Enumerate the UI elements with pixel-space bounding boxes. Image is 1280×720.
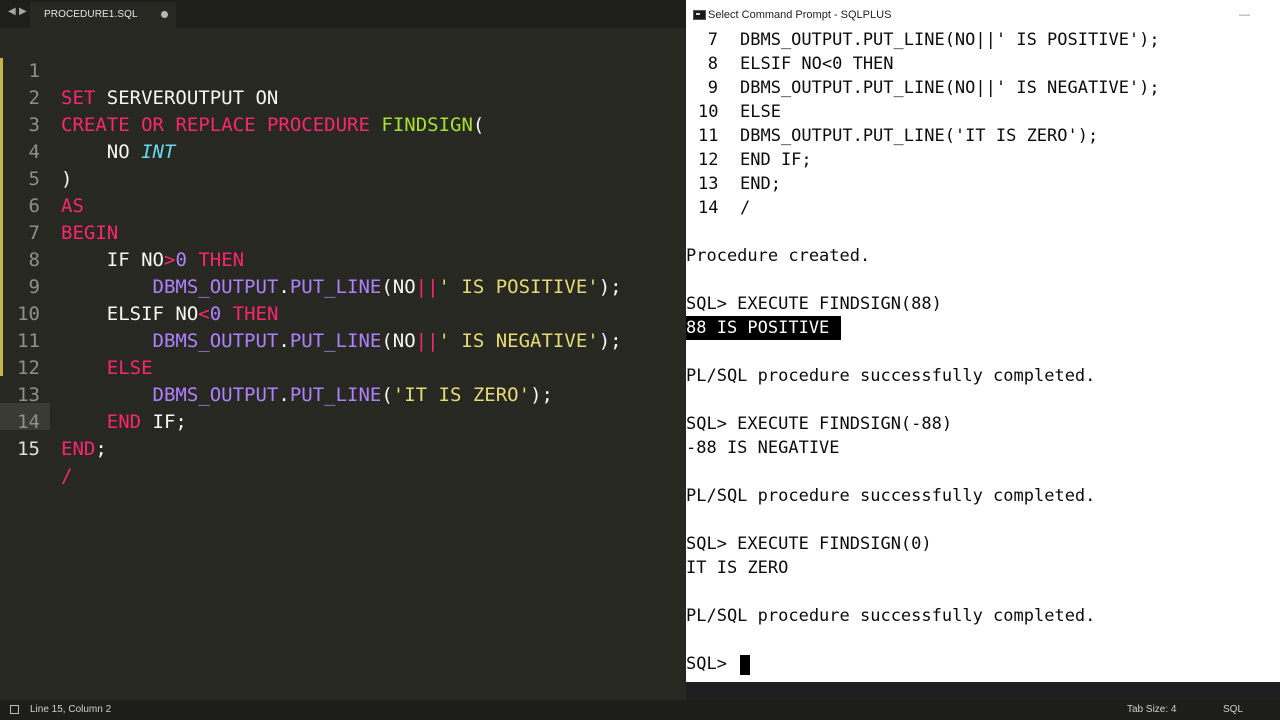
message-text: PL/SQL procedure successfully completed. [686, 486, 1096, 506]
command-prompt-window[interactable]: Select Command Prompt - SQLPLUS — 7 DBMS_… [686, 0, 1280, 682]
console-app-icon [693, 10, 706, 20]
listing-number: 14 [698, 198, 719, 218]
tab-procedure1-sql[interactable]: PROCEDURE1.SQL [30, 2, 176, 28]
text-cursor [740, 655, 750, 675]
code-line-5: 5 AS [0, 139, 686, 217]
listing-code: END; [740, 174, 781, 194]
listing-code: ELSE [740, 102, 781, 122]
tab-size-selector[interactable]: Tab Size: 4 [1127, 704, 1176, 715]
code-line-4: 4 ) [0, 112, 686, 190]
status-bar: Line 15, Column 2 Tab Size: 4 SQL [0, 700, 1280, 720]
listing-code: END IF; [740, 150, 812, 170]
code-line-13: 13 END IF; [0, 355, 686, 433]
code-editor[interactable]: ◀ ▶ PROCEDURE1.SQL 1 SET SERVEROUTPUT ON… [0, 0, 686, 700]
listing-code: DBMS_OUTPUT.PUT_LINE('IT IS ZERO'); [740, 126, 1099, 146]
code-text: ; [95, 438, 107, 460]
message-text: PL/SQL procedure successfully completed. [686, 366, 1096, 386]
listing-code: DBMS_OUTPUT.PUT_LINE(NO||' IS POSITIVE')… [740, 30, 1160, 50]
listing-number: 10 [698, 102, 719, 122]
command-text: SQL> EXECUTE FINDSIGN(88) [686, 294, 942, 314]
console-title: Select Command Prompt - SQLPLUS [708, 9, 892, 21]
nav-forward-icon[interactable]: ▶ [19, 6, 27, 17]
code-line-12: 12 DBMS_OUTPUT.PUT_LINE('IT IS ZERO'); [0, 328, 686, 406]
console-bottom-strip [686, 682, 1280, 700]
unsaved-dot-icon[interactable] [161, 11, 168, 18]
line-number: 15 [17, 438, 40, 460]
code-line-9: 9 ELSIF NO<0 THEN [0, 247, 686, 325]
code-line-2: 2 CREATE OR REPLACE PROCEDURE FINDSIGN( [0, 58, 686, 136]
console-titlebar[interactable]: Select Command Prompt - SQLPLUS — [686, 0, 1280, 30]
command-text: SQL> EXECUTE FINDSIGN(0) [686, 534, 932, 554]
command-text: SQL> EXECUTE FINDSIGN(-88) [686, 414, 953, 434]
output-text: IT IS ZERO [686, 558, 789, 578]
listing-number: 11 [698, 126, 719, 146]
listing-code: ELSIF NO<0 THEN [740, 54, 894, 74]
code-line-3: 3 NO INT [0, 85, 686, 163]
message-text: Procedure created. [686, 246, 871, 266]
code-line-1: 1 SET SERVEROUTPUT ON [0, 31, 686, 109]
sql-prompt-line[interactable]: SQL> [686, 652, 886, 676]
output-text: 88 IS POSITIVE [686, 316, 842, 340]
code-line-14: 14 END; [0, 382, 686, 460]
code-line-15: 15 / [0, 409, 686, 487]
listing-number: 8 [707, 54, 718, 74]
console-scrollbar[interactable] [1270, 30, 1280, 682]
listing-code: DBMS_OUTPUT.PUT_LINE(NO||' IS NEGATIVE')… [740, 78, 1160, 98]
code-line-8: 8 DBMS_OUTPUT.PUT_LINE(NO||' IS POSITIVE… [0, 220, 686, 298]
tab-bar: ◀ ▶ PROCEDURE1.SQL [0, 0, 686, 28]
code-line-10: 10 DBMS_OUTPUT.PUT_LINE(NO||' IS NEGATIV… [0, 274, 686, 352]
listing-number: 12 [698, 150, 719, 170]
minimize-icon[interactable]: — [1239, 9, 1250, 21]
output-text: -88 IS NEGATIVE [686, 438, 840, 458]
code-line-6: 6 BEGIN [0, 166, 686, 244]
listing-code: / [740, 198, 751, 218]
listing-number: 13 [698, 174, 719, 194]
listing-number: 7 [707, 30, 718, 50]
message-text: PL/SQL procedure successfully completed. [686, 606, 1096, 626]
tab-title: PROCEDURE1.SQL [44, 9, 138, 20]
nav-back-icon[interactable]: ◀ [8, 6, 16, 17]
operator-token: / [61, 465, 73, 487]
syntax-selector[interactable]: SQL [1223, 704, 1243, 715]
code-line-11: 11 ELSE [0, 301, 686, 379]
panel-toggle-icon[interactable] [10, 705, 19, 714]
prompt-text: SQL> [686, 654, 738, 674]
listing-number: 9 [707, 78, 718, 98]
code-line-7: 7 IF NO>0 THEN [0, 193, 686, 271]
cursor-position: Line 15, Column 2 [30, 704, 112, 715]
